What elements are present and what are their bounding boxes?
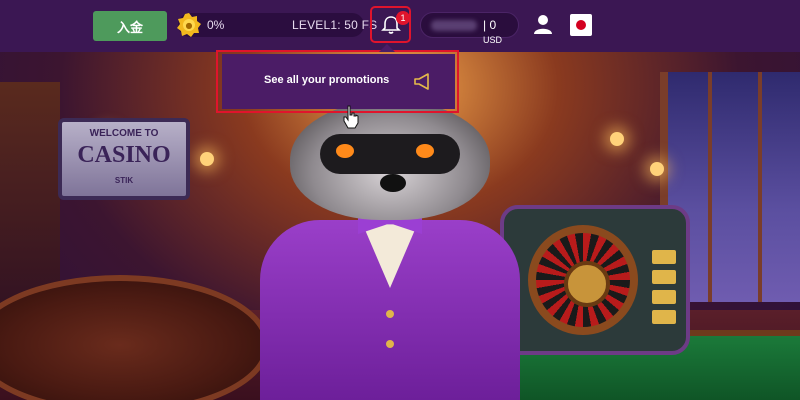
casino-sign: WELCOME TO CASINO STIK xyxy=(58,118,190,200)
hand-cursor-icon xyxy=(343,105,359,129)
see-all-promotions-link[interactable]: See all your promotions xyxy=(264,74,389,86)
balance-blurred-value xyxy=(431,20,477,31)
casino-sign-sub: STIK xyxy=(114,176,134,185)
wall-lamp xyxy=(610,132,624,146)
balance-amount: | 0 USD xyxy=(483,18,503,45)
casino-sign-title: CASINO xyxy=(77,142,171,168)
top-bar: 入金 ● 0% LEVEL1: 50 FS 1 | 0 USD xyxy=(0,0,800,52)
wall-lamp xyxy=(650,162,664,176)
level-label: LEVEL1: 50 FS xyxy=(292,18,378,32)
svg-text:●: ● xyxy=(186,21,193,30)
crown-coin-icon: ● xyxy=(177,13,201,37)
mascot-eye xyxy=(416,144,434,158)
casino-sign-welcome: WELCOME TO xyxy=(89,128,159,139)
user-icon[interactable] xyxy=(532,13,554,35)
deposit-button[interactable]: 入金 xyxy=(93,11,167,41)
notification-badge: 1 xyxy=(396,11,410,25)
promotions-dropdown-panel[interactable]: See all your promotions xyxy=(222,54,455,109)
notifications-button[interactable]: 1 xyxy=(370,6,411,43)
mascot-button xyxy=(386,340,394,348)
promotions-dropdown: See all your promotions xyxy=(216,50,459,113)
megaphone-icon xyxy=(414,73,429,90)
bet-panel xyxy=(652,250,682,340)
raccoon-mascot xyxy=(240,100,550,400)
hero-left-arch xyxy=(0,82,60,312)
mascot-button xyxy=(386,310,394,318)
japan-flag-icon[interactable] xyxy=(570,14,592,36)
mascot-eye xyxy=(336,144,354,158)
balance-currency: USD xyxy=(483,35,503,45)
mascot-nose xyxy=(380,174,406,192)
level-percent: 0% xyxy=(207,18,225,32)
balance-display[interactable]: | 0 USD xyxy=(420,12,519,45)
dropdown-caret xyxy=(379,44,395,52)
wall-lamp xyxy=(200,152,214,166)
